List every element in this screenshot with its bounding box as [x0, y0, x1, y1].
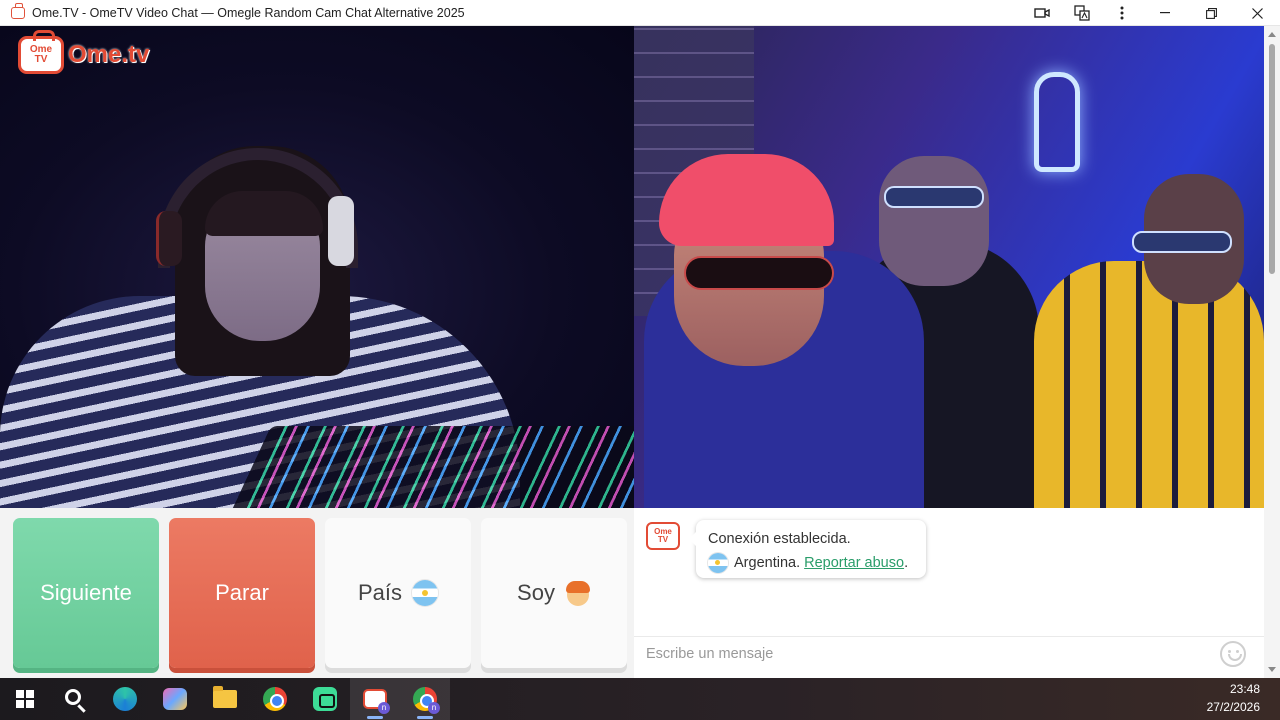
more-icon[interactable]	[1102, 0, 1142, 26]
taskbar-green-app[interactable]	[300, 678, 350, 720]
profile-badge: n	[428, 702, 440, 714]
taskbar-search-button[interactable]	[50, 678, 100, 720]
report-link-suffix: .	[904, 555, 909, 571]
close-icon[interactable]	[1234, 0, 1280, 26]
app-icon	[11, 2, 25, 19]
country-line: Argentina. Reportar abuso .	[708, 551, 914, 575]
remote-person-2-glasses	[884, 186, 984, 208]
boy-icon	[565, 580, 591, 606]
folder-icon	[213, 686, 237, 708]
neon-sign	[1034, 72, 1080, 172]
next-button-label: Siguiente	[40, 580, 132, 605]
translate-icon[interactable]	[1062, 0, 1102, 26]
taskbar: n n 23:48 27/2/2026	[0, 678, 1280, 720]
remote-person-1-glasses	[684, 256, 834, 290]
page-scrollbar[interactable]	[1264, 26, 1280, 678]
maximize-icon[interactable]	[1188, 0, 1234, 26]
camera-icon[interactable]	[1022, 0, 1062, 26]
minimize-icon[interactable]	[1142, 0, 1188, 26]
remote-person-3-jersey	[1034, 261, 1264, 508]
argentina-flag-icon	[708, 553, 728, 573]
keyboard	[229, 426, 634, 508]
ometv-logo[interactable]: Ome TV Ome.tv	[18, 30, 150, 74]
gender-button[interactable]: Soy	[481, 518, 627, 668]
system-message-bubble: Conexión establecida. Argentina. Reporta…	[689, 520, 926, 578]
chrome-icon	[263, 687, 287, 711]
scroll-up-icon[interactable]	[1268, 32, 1276, 37]
emoji-icon[interactable]	[1220, 641, 1246, 667]
taskbar-chrome[interactable]	[250, 678, 300, 720]
windows-icon	[16, 690, 34, 708]
system-clock[interactable]: 23:48 27/2/2026	[1207, 680, 1260, 716]
local-video: Ome TV Ome.tv	[0, 26, 634, 508]
connection-status: Conexión establecida.	[708, 531, 851, 547]
argentina-flag-icon	[412, 580, 439, 606]
scroll-thumb[interactable]	[1269, 44, 1275, 274]
country-button[interactable]: País	[325, 518, 471, 668]
taskbar-file-explorer[interactable]	[200, 678, 250, 720]
clock-time: 23:48	[1229, 682, 1260, 696]
partner-country: Argentina.	[734, 555, 801, 571]
country-button-label: País	[357, 580, 403, 605]
copilot-icon	[163, 688, 187, 710]
app-icon	[313, 687, 337, 711]
next-button[interactable]: Siguiente	[13, 518, 159, 668]
chat-input-bar	[634, 636, 1264, 670]
start-button[interactable]	[0, 678, 50, 720]
window-actions	[1022, 0, 1280, 26]
edge-icon	[113, 687, 137, 711]
profile-badge: n	[378, 702, 390, 714]
remote-person-3-glasses	[1132, 231, 1232, 253]
logo-wordmark: Ome.tv	[68, 41, 150, 68]
headset-cup-right	[328, 196, 354, 266]
scroll-down-icon[interactable]	[1268, 667, 1276, 672]
report-abuse-link[interactable]: Reportar abuso	[804, 551, 904, 575]
remote-video	[634, 26, 1264, 508]
chat-avatar-logo: Ome TV	[646, 522, 680, 550]
logo-tv-bottom: TV	[34, 54, 48, 65]
taskbar-edge[interactable]	[100, 678, 150, 720]
chat-logo-bottom: TV	[657, 535, 669, 544]
taskbar-copilot[interactable]	[150, 678, 200, 720]
taskbar-ometv-app[interactable]: n	[350, 678, 400, 720]
control-panel: Siguiente Parar País Soy	[0, 508, 634, 678]
gender-button-label: Soy	[517, 580, 555, 605]
ometv-logo-icon: Ome TV	[18, 30, 64, 74]
remote-person-2-head	[879, 156, 989, 286]
stop-button[interactable]: Parar	[169, 518, 315, 668]
chat-panel: Ome TV Conexión establecida. Argentina. …	[634, 508, 1264, 678]
remote-person-1-cap	[659, 154, 834, 246]
message-input[interactable]	[646, 645, 1206, 662]
search-icon	[65, 689, 81, 705]
headset-cup-left	[156, 211, 182, 266]
title-bar: Ome.TV - OmeTV Video Chat — Omegle Rando…	[0, 0, 1280, 26]
taskbar-chrome-profile[interactable]: n	[400, 678, 450, 720]
window-title: Ome.TV - OmeTV Video Chat — Omegle Rando…	[32, 5, 465, 20]
stop-button-label: Parar	[215, 580, 269, 605]
clock-date: 27/2/2026	[1206, 700, 1260, 714]
